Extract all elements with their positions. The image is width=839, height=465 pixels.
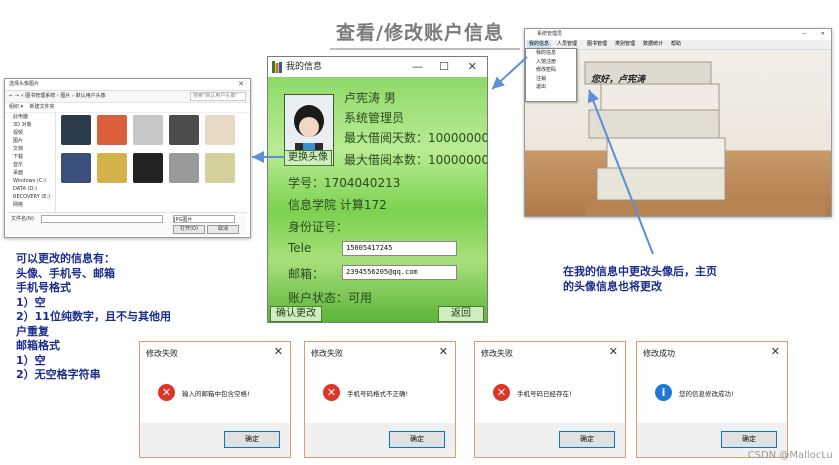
message-box-text: 输入的邮箱中包含空格! [182,390,250,398]
message-box-title: 修改失败 [311,349,343,358]
message-box-footer: 确定 [475,423,625,457]
message-box-text: 您的信息修改成功! [679,390,734,398]
close-icon[interactable]: ✕ [439,345,448,358]
message-box-success: 修改成功 ✕ i 您的信息修改成功! 确定 [636,341,788,458]
note-line: 可以更改的信息有： [16,252,115,265]
close-icon[interactable]: ✕ [771,345,780,358]
note-line: 头像、手机号、邮箱 [16,266,115,280]
message-box-title: 修改成功 [643,349,675,358]
message-box-text: 手机号码格式不正确! [347,390,409,398]
message-box-footer: 确定 [140,423,290,457]
close-icon[interactable]: ✕ [609,345,618,358]
avatar-sync-note: 在我的信息中更改头像后，主页 的头像信息也将更改 [563,264,783,294]
ok-button[interactable]: 确定 [224,431,280,448]
ok-button[interactable]: 确定 [389,431,445,448]
note-line: 2）11位纯数字，且不与其他用 [16,310,171,323]
close-icon[interactable]: ✕ [274,345,283,358]
message-box-footer: 确定 [305,423,455,457]
note-line: 在我的信息中更改头像后，主页 [563,265,717,278]
message-box-title: 修改失败 [146,349,178,358]
error-icon: ✕ [493,384,510,401]
error-icon: ✕ [323,384,340,401]
arrow-to-greeting [587,89,654,255]
note-line: 的头像信息也将更改 [563,280,662,293]
arrow-to-info-dialog [491,56,528,90]
error-icon: ✕ [158,384,175,401]
note-line: 手机号格式 [16,281,71,294]
info-icon: i [655,384,672,401]
message-box-phone-exists: 修改失败 ✕ ✕ 手机号码已经存在! 确定 [474,341,626,458]
note-line: 1）空 [16,295,46,309]
note-line: 户重复 [16,324,49,338]
message-box-text: 手机号码已经存在! [517,390,572,398]
ok-button[interactable]: 确定 [721,431,777,448]
ok-button[interactable]: 确定 [559,431,615,448]
message-box-title: 修改失败 [481,349,513,358]
watermark: CSDN @MallocLu [747,450,833,461]
message-box-phone-format: 修改失败 ✕ ✕ 手机号码格式不正确! 确定 [304,341,456,458]
message-box-email-space: 修改失败 ✕ ✕ 输入的邮箱中包含空格! 确定 [139,341,291,458]
